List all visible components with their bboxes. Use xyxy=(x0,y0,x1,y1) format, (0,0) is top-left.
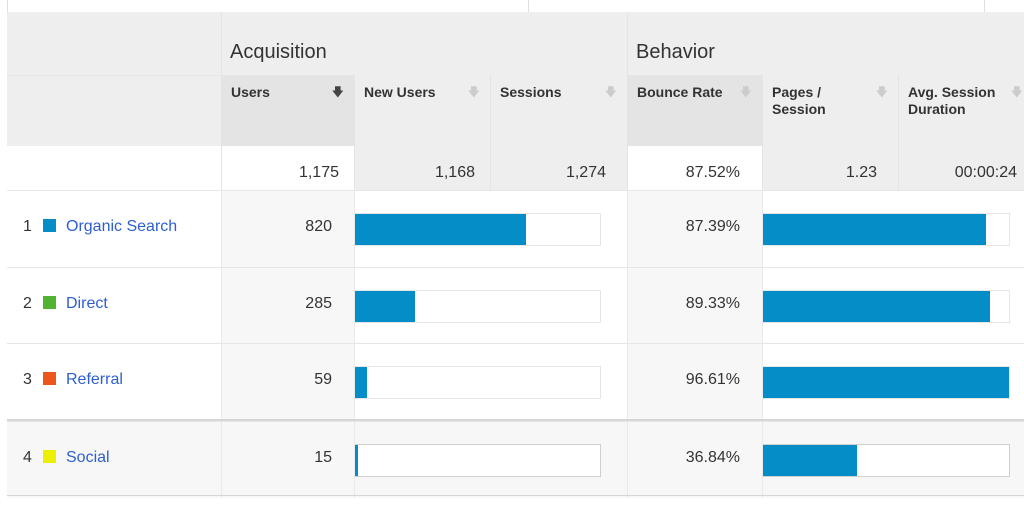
sort-down-arrow-icon[interactable]: 🡇 xyxy=(740,84,752,101)
column-header-sessions[interactable]: Sessions 🡇 xyxy=(490,75,627,146)
users-share-fill xyxy=(355,367,368,398)
sort-down-arrow-icon[interactable]: 🡇 xyxy=(468,84,480,101)
column-header-avg-session-duration[interactable]: Avg. Session Duration 🡇 xyxy=(898,75,1024,146)
bounce-rate-bar xyxy=(763,444,1010,477)
channel-cell: 2 Direct xyxy=(7,267,221,344)
bounce-rate-value: 89.33% xyxy=(627,267,762,344)
users-share-fill xyxy=(355,214,526,245)
series-color-swatch xyxy=(43,219,56,232)
column-label: Pages / Session xyxy=(772,84,826,117)
users-share-fill xyxy=(355,291,415,322)
bounce-rate-bar xyxy=(763,290,1010,323)
divider xyxy=(528,0,529,12)
column-header-pages-per-session[interactable]: Pages / Session 🡇 xyxy=(762,75,898,146)
users-share-bar xyxy=(355,366,601,399)
users-value: 285 xyxy=(221,267,354,344)
sort-down-arrow-icon[interactable]: 🡇 xyxy=(605,84,617,101)
table-row: 4 Social 15 36.84% xyxy=(7,421,1024,498)
bounce-rate-bar-cell xyxy=(762,343,1024,420)
table-row: 2 Direct 285 89.33% xyxy=(7,267,1024,344)
bounce-rate-fill xyxy=(763,367,1009,398)
total-avg-session-duration: 00:00:24 xyxy=(898,146,1024,190)
channel-cell: 1 Organic Search xyxy=(7,190,221,267)
total-users: 1,175 xyxy=(221,146,354,190)
row-index: 4 xyxy=(23,449,32,466)
users-value: 59 xyxy=(221,343,354,420)
totals-row: 1,175 1,168 1,274 87.52% 1.23 00:00:24 xyxy=(7,146,1024,190)
users-share-bar xyxy=(355,290,601,323)
bounce-rate-fill xyxy=(763,445,857,476)
sort-down-arrow-icon[interactable]: 🡇 xyxy=(332,84,344,101)
series-color-swatch xyxy=(43,296,56,309)
users-bar-cell xyxy=(354,421,627,498)
users-share-bar xyxy=(355,213,601,246)
channel-cell: 4 Social xyxy=(7,421,221,498)
bounce-rate-bar-cell xyxy=(762,267,1024,344)
group-title-behavior: Behavior xyxy=(636,41,715,63)
users-bar-cell xyxy=(354,267,627,344)
bounce-rate-value: 87.39% xyxy=(627,190,762,267)
bounce-rate-value: 96.61% xyxy=(627,343,762,420)
channel-cell: 3 Referral xyxy=(7,343,221,420)
column-label: Avg. Session Duration xyxy=(908,84,996,117)
column-header-blank xyxy=(7,75,221,146)
bounce-rate-fill xyxy=(763,214,986,245)
sort-down-arrow-icon[interactable]: 🡇 xyxy=(1011,84,1023,101)
column-header-users[interactable]: Users 🡇 xyxy=(221,75,354,146)
group-header-row: Acquisition Behavior xyxy=(7,12,1024,75)
users-value: 820 xyxy=(221,190,354,267)
column-header-new-users[interactable]: New Users 🡇 xyxy=(354,75,490,146)
channel-link[interactable]: Social xyxy=(66,449,110,466)
channel-link[interactable]: Referral xyxy=(66,371,123,388)
row-index: 2 xyxy=(23,295,32,312)
top-strip xyxy=(7,0,1024,12)
group-acquisition: Acquisition xyxy=(221,12,627,75)
series-color-swatch xyxy=(43,450,56,463)
total-pages-per-session: 1.23 xyxy=(762,146,898,190)
total-new-users: 1,168 xyxy=(354,146,490,190)
bounce-rate-fill xyxy=(763,291,991,322)
users-value: 15 xyxy=(221,421,354,498)
bounce-rate-value: 36.84% xyxy=(627,421,762,498)
column-header-bounce-rate[interactable]: Bounce Rate 🡇 xyxy=(627,75,762,146)
bounce-rate-bar-cell xyxy=(762,190,1024,267)
table-row: 3 Referral 59 96.61% xyxy=(7,343,1024,420)
column-label: Bounce Rate xyxy=(637,84,723,100)
bounce-rate-bar xyxy=(763,366,1010,399)
sort-down-arrow-icon[interactable]: 🡇 xyxy=(876,84,888,101)
bounce-rate-bar xyxy=(763,213,1010,246)
total-sessions: 1,274 xyxy=(490,146,627,190)
column-label: New Users xyxy=(364,84,436,100)
divider xyxy=(7,495,1024,496)
row-index: 3 xyxy=(23,371,32,388)
users-share-fill xyxy=(355,445,359,476)
total-bounce-rate: 87.52% xyxy=(627,146,762,190)
table-row: 1 Organic Search 820 87.39% xyxy=(7,190,1024,267)
group-title-acquisition: Acquisition xyxy=(230,41,327,63)
row-index: 1 xyxy=(23,218,32,235)
bounce-rate-bar-cell xyxy=(762,421,1024,498)
group-behavior: Behavior xyxy=(627,12,1024,75)
users-bar-cell xyxy=(354,343,627,420)
column-label: Sessions xyxy=(500,84,562,100)
channel-link[interactable]: Direct xyxy=(66,295,108,312)
totals-blank xyxy=(7,146,221,190)
divider xyxy=(984,0,985,12)
users-bar-cell xyxy=(354,190,627,267)
divider xyxy=(7,419,1024,421)
channel-link[interactable]: Organic Search xyxy=(66,218,177,235)
group-header-blank xyxy=(7,12,221,75)
series-color-swatch xyxy=(43,372,56,385)
column-label: Users xyxy=(231,84,270,100)
users-share-bar xyxy=(355,444,601,477)
column-header-row: Users 🡇 New Users 🡇 Sessions 🡇 Bounce Ra… xyxy=(7,75,1024,146)
